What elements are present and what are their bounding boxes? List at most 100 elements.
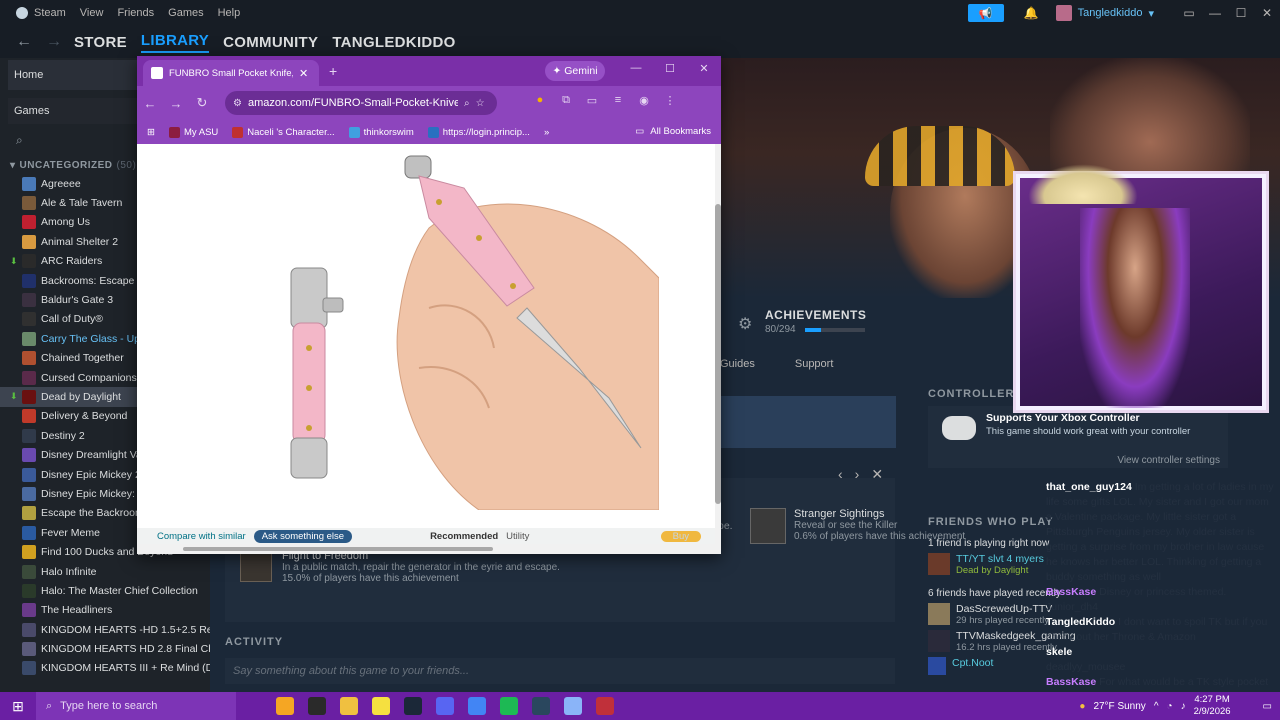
announcements-button[interactable]: 📢 <box>967 4 1004 22</box>
steam-icon[interactable] <box>404 697 422 715</box>
extension-icon[interactable]: ● <box>532 94 548 110</box>
tab-library[interactable]: LIBRARY <box>140 32 210 53</box>
amazon-favicon-icon <box>151 67 163 79</box>
spotify-icon[interactable] <box>500 697 518 715</box>
more-menu-icon[interactable]: ⋮ <box>662 94 678 110</box>
game-list-item[interactable]: Halo Infinite <box>0 562 210 581</box>
gemini-button[interactable]: ✦ Gemini <box>545 61 605 81</box>
extensions-puzzle-icon[interactable]: ⧉ <box>558 94 574 110</box>
network-icon[interactable]: ◔ <box>1167 701 1173 712</box>
game-icon <box>22 331 36 346</box>
controller-box: Supports Your Xbox Controller This game … <box>928 406 1228 468</box>
clock[interactable]: 4:27 PM 2/9/2026 <box>1194 694 1231 718</box>
scrollbar-thumb[interactable] <box>183 547 493 551</box>
game-list-item[interactable]: KINGDOM HEARTS -HD 1.5+2.5 ReMIX- <box>0 620 210 639</box>
tab-search-icon[interactable]: ▭ <box>584 94 600 110</box>
big-picture-icon[interactable]: ▭ <box>1176 6 1202 20</box>
menu-friends[interactable]: Friends <box>117 7 154 19</box>
steam-app-icon[interactable] <box>532 697 550 715</box>
close-button[interactable]: ✕ <box>1254 6 1280 20</box>
forward-arrow-icon[interactable]: → <box>46 33 62 51</box>
notifications-icon[interactable]: ▭ <box>1263 701 1272 712</box>
streamer-cam <box>1080 208 1190 408</box>
maximize-button[interactable]: ☐ <box>1228 6 1254 20</box>
all-bookmarks-label: All Bookmarks <box>650 126 711 137</box>
top-right-controls: 📢 🔔 Tangledkiddo ▾ ▭ — ☐ ✕ <box>967 0 1280 26</box>
back-arrow-icon[interactable]: ← <box>137 96 163 111</box>
bookmark-star-icon[interactable]: ☆ <box>476 98 485 109</box>
close-tab-icon[interactable]: ✕ <box>299 67 308 80</box>
controller-settings-link[interactable]: View controller settings <box>1117 455 1220 466</box>
site-info-icon[interactable]: ⚙ <box>233 98 242 109</box>
browser-icon[interactable] <box>564 697 582 715</box>
bookmark-item[interactable]: Naceli 's Character... <box>232 126 335 138</box>
windows-start-icon[interactable]: ⊞ <box>0 698 36 715</box>
chat-message: deadlyy_mousee <box>1046 660 1276 675</box>
ask-chip[interactable]: Ask something else <box>253 529 353 543</box>
achievements-title: ACHIEVEMENTS <box>765 308 867 322</box>
menu-view[interactable]: View <box>80 7 104 19</box>
tab-profile[interactable]: TANGLEDKIDDO <box>332 34 455 51</box>
new-tab-icon[interactable]: + <box>329 63 337 79</box>
maximize-button[interactable]: ☐ <box>653 62 687 75</box>
more-bookmarks-icon[interactable]: » <box>544 127 549 138</box>
minimize-button[interactable]: — <box>1202 6 1228 20</box>
browser-tab[interactable]: FUNBRO Small Pocket Knife, Cute Mini ✕ <box>143 60 319 86</box>
user-menu[interactable]: Tangledkiddo ▾ <box>1055 5 1154 21</box>
compare-chip[interactable]: Compare with similar <box>157 531 246 542</box>
file-explorer-icon[interactable] <box>340 697 358 715</box>
reload-icon[interactable]: ↻ <box>189 95 215 111</box>
steam-menu[interactable]: Steam <box>16 7 66 19</box>
chat-text: Im getting a lot of ladies in my life so… <box>1046 481 1274 583</box>
bell-icon[interactable]: 🔔 <box>1024 6 1039 20</box>
close-button[interactable]: ✕ <box>687 62 721 75</box>
discord-icon[interactable] <box>436 697 454 715</box>
game-list-item[interactable]: Halo: The Master Chief Collection <box>0 581 210 600</box>
game-list-item[interactable]: The Headliners <box>0 601 210 620</box>
minimize-button[interactable]: — <box>619 62 653 75</box>
tab-strip: FUNBRO Small Pocket Knife, Cute Mini ✕ +… <box>137 56 721 86</box>
profile-avatar-icon[interactable]: ◉ <box>636 94 652 110</box>
chrome-icon[interactable] <box>468 697 486 715</box>
zoom-icon[interactable]: ⌕ <box>464 98 470 109</box>
back-arrow-icon[interactable]: ← <box>16 33 32 51</box>
game-list-item[interactable]: KINGDOM HEARTS HD 2.8 Final Chapter Prol… <box>0 639 210 658</box>
forward-arrow-icon[interactable]: → <box>163 96 189 111</box>
pizza-icon[interactable] <box>276 697 294 715</box>
game-list-item[interactable]: KINGDOM HEARTS III + Re Mind (DLC) <box>0 659 210 678</box>
achievement-flight[interactable]: Flight to Freedom In a public match, rep… <box>240 550 560 584</box>
game-name: The Headliners <box>41 604 113 617</box>
address-bar[interactable]: ⚙ amazon.com/FUNBRO-Small-Pocket-Knives.… <box>225 91 497 115</box>
menu-steam[interactable]: Steam <box>34 7 66 19</box>
terminal-icon[interactable] <box>308 697 326 715</box>
activity-input[interactable]: Say something about this game to your fr… <box>225 658 895 684</box>
bookmark-item[interactable]: thinkorswim <box>348 126 414 138</box>
bookmark-item[interactable]: My ASU <box>168 126 218 138</box>
product-image[interactable] <box>279 148 659 510</box>
tray-chevron-icon[interactable]: ^ <box>1154 701 1159 712</box>
horizontal-scrollbar[interactable] <box>137 544 721 554</box>
tab-community[interactable]: COMMUNITY <box>223 34 318 51</box>
vertical-scrollbar[interactable] <box>715 144 721 544</box>
volume-icon[interactable]: ♪ <box>1181 701 1186 712</box>
all-bookmarks[interactable]: ▭ All Bookmarks <box>635 126 711 137</box>
friend-name: TT/YT slvt 4 myers <box>956 553 1044 565</box>
menu-games[interactable]: Games <box>168 7 203 19</box>
media-icon[interactable]: ≡ <box>610 94 626 110</box>
weather-text[interactable]: 27°F Sunny <box>1093 701 1145 712</box>
bookmark-item[interactable]: https://login.princip... <box>427 126 530 138</box>
apps-grid-icon[interactable]: ⊞ <box>147 127 155 138</box>
sticky-notes-icon[interactable] <box>372 697 390 715</box>
steam-logo-icon <box>16 7 28 19</box>
tab-store[interactable]: STORE <box>74 34 127 51</box>
menu-help[interactable]: Help <box>218 7 241 19</box>
buy-button[interactable]: Buy <box>660 530 701 542</box>
game-icon <box>22 389 36 404</box>
taskbar-search[interactable]: ⌕ Type here to search <box>36 692 236 720</box>
chrome-window: FUNBRO Small Pocket Knife, Cute Mini ✕ +… <box>137 56 721 554</box>
tab-guides[interactable]: Guides <box>720 358 755 370</box>
game-icon <box>22 215 36 230</box>
scrollbar-thumb[interactable] <box>715 204 721 504</box>
tab-support[interactable]: Support <box>795 358 834 370</box>
obs-icon[interactable] <box>596 697 614 715</box>
